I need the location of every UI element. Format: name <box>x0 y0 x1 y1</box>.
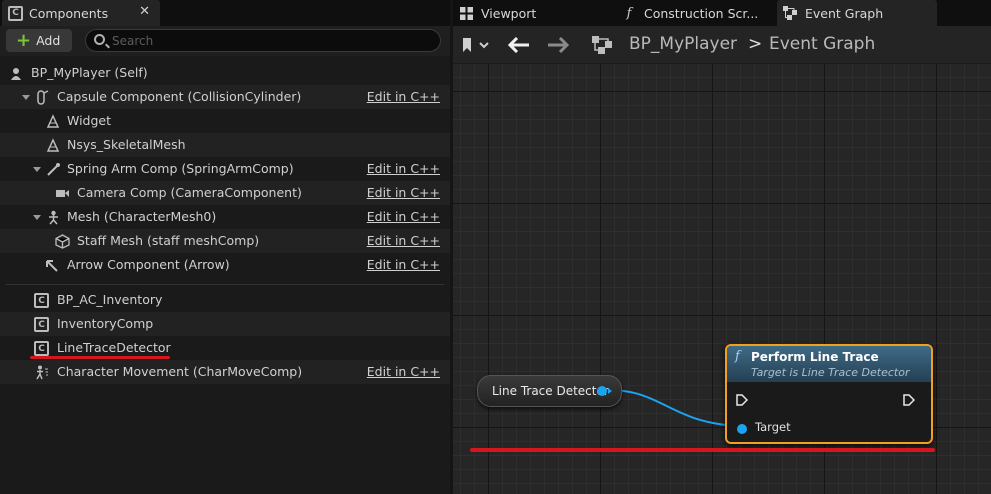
plus-icon: + <box>16 29 32 51</box>
tree-row-label: BP_MyPlayer (Self) <box>31 65 148 80</box>
graph-editor-panel: Viewport f Construction Scr... Event Gra… <box>453 0 991 494</box>
tab-components-label: Components <box>29 5 109 21</box>
tree-row-label: Mesh (CharacterMesh0) <box>67 209 217 224</box>
tree-row-mesh[interactable]: Mesh (CharacterMesh0) Edit in C++ <box>0 205 450 229</box>
exec-output-pin-icon[interactable] <box>903 394 915 406</box>
actor-component-icon: C <box>34 293 49 308</box>
tree-row-arrow-component[interactable]: Arrow Component (Arrow) Edit in C++ <box>0 253 450 277</box>
tree-row-label: Arrow Component (Arrow) <box>67 257 230 272</box>
tree-row-label: InventoryComp <box>57 316 154 331</box>
edit-in-cpp-link[interactable]: Edit in C++ <box>367 161 440 176</box>
arrow-component-icon <box>44 258 59 273</box>
search-box[interactable] <box>85 29 441 52</box>
actor-component-icon: C <box>34 341 49 356</box>
tree-row-label: Spring Arm Comp (SpringArmComp) <box>67 161 294 176</box>
edit-in-cpp-link[interactable]: Edit in C++ <box>367 233 440 248</box>
tab-components[interactable]: C Components ✕ <box>2 0 160 26</box>
spring-arm-icon <box>46 162 61 177</box>
edit-in-cpp-link[interactable]: Edit in C++ <box>367 89 440 104</box>
components-panel: C Components ✕ + Add BP_MyPlayer (Self) … <box>0 0 450 494</box>
skeleton-icon <box>46 210 61 225</box>
static-mesh-icon <box>55 234 70 249</box>
capsule-icon <box>34 90 49 105</box>
tree-row-inventory-comp[interactable]: C InventoryComp <box>0 312 450 336</box>
edit-in-cpp-link[interactable]: Edit in C++ <box>367 185 440 200</box>
tree-row-label: Widget <box>67 113 112 128</box>
function-node-subtitle: Target is Line Trace Detector <box>751 366 910 379</box>
tree-row-widget[interactable]: Widget <box>0 109 450 133</box>
target-pin-label: Target <box>755 420 791 434</box>
expand-arrow-icon[interactable] <box>33 167 41 172</box>
left-tab-bar: C Components ✕ <box>0 0 450 26</box>
tree-row-label: Capsule Component (CollisionCylinder) <box>57 89 302 104</box>
target-input-pin[interactable] <box>737 424 747 434</box>
expand-arrow-icon[interactable] <box>22 95 30 100</box>
search-icon <box>94 34 105 45</box>
tree-row-nsys-skeletal-mesh[interactable]: Nsys_SkeletalMesh <box>0 133 450 157</box>
variable-node-label: Line Trace Detector <box>492 384 609 398</box>
skeletal-mesh-icon <box>46 138 61 153</box>
actor-component-icon: C <box>34 317 49 332</box>
widget-icon <box>46 114 61 129</box>
function-icon: f <box>735 349 740 364</box>
line-trace-detector-variable-node[interactable]: Line Trace Detector <box>477 375 622 407</box>
tree-row-label: Character Movement (CharMoveComp) <box>57 364 303 379</box>
camera-icon <box>55 186 70 201</box>
tree-row-label: BP_AC_Inventory <box>57 292 163 307</box>
edit-in-cpp-link[interactable]: Edit in C++ <box>367 364 440 379</box>
output-pin[interactable] <box>597 386 612 396</box>
tree-row-self[interactable]: BP_MyPlayer (Self) <box>0 61 450 85</box>
function-node-title: Perform Line Trace <box>751 350 879 364</box>
expand-arrow-icon[interactable] <box>33 215 41 220</box>
tree-row-staff-mesh[interactable]: Staff Mesh (staff meshComp) Edit in C++ <box>0 229 450 253</box>
tree-row-capsule[interactable]: Capsule Component (CollisionCylinder) Ed… <box>0 85 450 109</box>
tree-row-camera[interactable]: Camera Comp (CameraComponent) Edit in C+… <box>0 181 450 205</box>
tree-row-label: Camera Comp (CameraComponent) <box>77 185 302 200</box>
component-class-icon: C <box>8 5 23 21</box>
character-icon <box>8 66 23 81</box>
tree-row-label: LineTraceDetector <box>57 340 171 355</box>
tree-row-spring-arm[interactable]: Spring Arm Comp (SpringArmComp) Edit in … <box>0 157 450 181</box>
add-component-button[interactable]: + Add <box>6 29 72 52</box>
components-toolbar: + Add <box>0 26 450 56</box>
edit-in-cpp-link[interactable]: Edit in C++ <box>367 257 440 272</box>
tree-row-label: Staff Mesh (staff meshComp) <box>77 233 260 248</box>
tree-separator <box>6 284 444 285</box>
tree-row-bp-ac-inventory[interactable]: C BP_AC_Inventory <box>0 288 450 312</box>
close-icon[interactable]: ✕ <box>139 4 150 19</box>
search-input[interactable] <box>112 30 432 51</box>
perform-line-trace-node[interactable]: f Perform Line Trace Target is Line Trac… <box>725 344 933 444</box>
function-node-header: f Perform Line Trace Target is Line Trac… <box>727 346 931 382</box>
tree-row-label: Nsys_SkeletalMesh <box>67 137 186 152</box>
edit-in-cpp-link[interactable]: Edit in C++ <box>367 209 440 224</box>
highlight-underline <box>470 448 935 452</box>
tree-row-character-movement[interactable]: Character Movement (CharMoveComp) Edit i… <box>0 360 450 384</box>
exec-input-pin-icon[interactable] <box>736 394 748 406</box>
character-movement-icon <box>34 365 49 380</box>
add-button-label: Add <box>36 33 61 48</box>
highlight-underline <box>30 356 170 359</box>
